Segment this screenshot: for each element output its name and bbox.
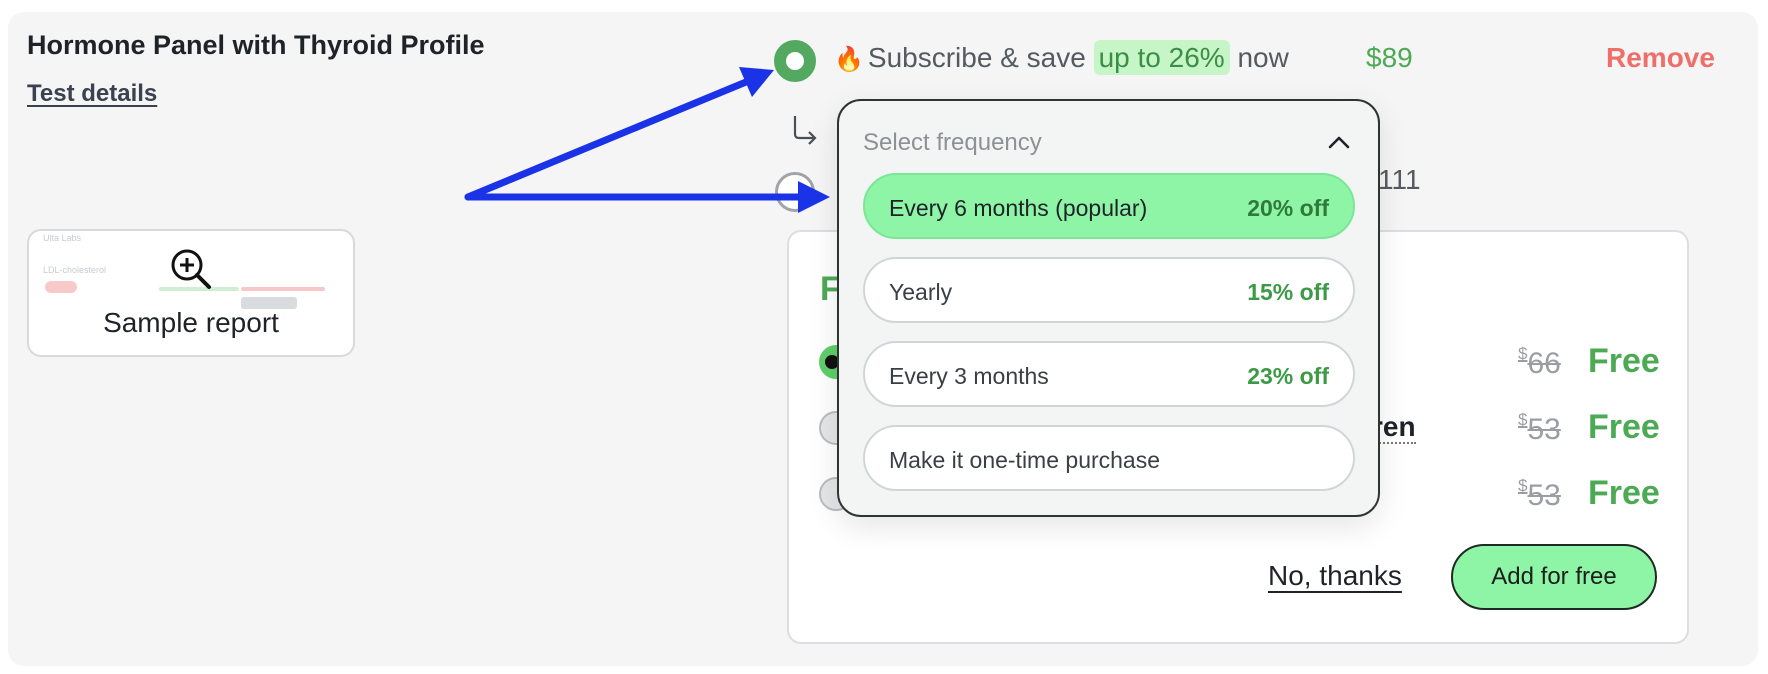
subscribe-prefix: Subscribe & save — [867, 42, 1094, 73]
addon-price-3: Free — [1588, 474, 1660, 512]
test-details-link[interactable]: Test details — [27, 80, 157, 108]
addon-price-2: Free — [1588, 408, 1660, 446]
option-label: Every 6 months (popular) — [889, 195, 1148, 221]
chevron-up-icon[interactable] — [1327, 133, 1351, 151]
frequency-option-yearly[interactable]: Yearly 15% off — [863, 257, 1355, 323]
option-label: Make it one-time purchase — [889, 447, 1161, 473]
remove-button[interactable]: Remove — [1606, 42, 1715, 74]
product-title: Hormone Panel with Thyroid Profile — [27, 30, 485, 60]
frequency-dropdown[interactable]: Select frequency Every 6 months (popular… — [837, 99, 1380, 517]
dropdown-header: Select frequency — [863, 129, 1042, 156]
no-thanks-link[interactable]: No, thanks — [1268, 560, 1402, 592]
option-label: Every 3 months — [889, 363, 1049, 389]
subscription-price: $89 — [1366, 42, 1413, 73]
addon-original-price-2: $53 — [1518, 410, 1561, 446]
subscribe-suffix: now — [1229, 42, 1289, 73]
report-thumb-text: LDL-cholesterol — [43, 265, 107, 275]
option-discount: 15% off — [1247, 279, 1329, 305]
return-arrow-icon — [793, 116, 817, 145]
option-discount: 23% off — [1247, 363, 1329, 389]
option-label: Yearly — [889, 279, 953, 305]
frequency-option-one-time[interactable]: Make it one-time purchase — [863, 425, 1355, 491]
frequency-option-6-months[interactable]: Every 6 months (popular) 20% off — [863, 173, 1355, 239]
add-for-free-button[interactable]: Add for free — [1451, 544, 1657, 610]
addon-price-1: Free — [1588, 342, 1660, 380]
fire-icon: 🔥 — [834, 46, 864, 73]
frequency-option-3-months[interactable]: Every 3 months 23% off — [863, 341, 1355, 407]
subscribe-option-label[interactable]: 🔥 Subscribe & save up to 26% now — [834, 40, 1289, 75]
savings-highlight: up to 26% — [1093, 40, 1230, 75]
option-discount: 20% off — [1247, 195, 1329, 221]
zoom-in-icon — [171, 249, 211, 289]
report-thumb-bar — [241, 287, 325, 291]
addon-original-price-3: $53 — [1518, 476, 1561, 512]
report-thumb-pill — [45, 281, 77, 293]
addon-original-price-1: $66 — [1518, 344, 1561, 380]
sample-report-thumbnail[interactable]: Ulta Labs LDL-cholesterol Sample report — [27, 229, 355, 357]
one-time-radio[interactable] — [775, 172, 815, 212]
subscribe-radio[interactable] — [774, 40, 816, 82]
one-time-price: 111 — [1378, 164, 1421, 195]
report-thumb-text: Ulta Labs — [43, 233, 82, 243]
sample-report-label: Sample report — [103, 307, 279, 338]
